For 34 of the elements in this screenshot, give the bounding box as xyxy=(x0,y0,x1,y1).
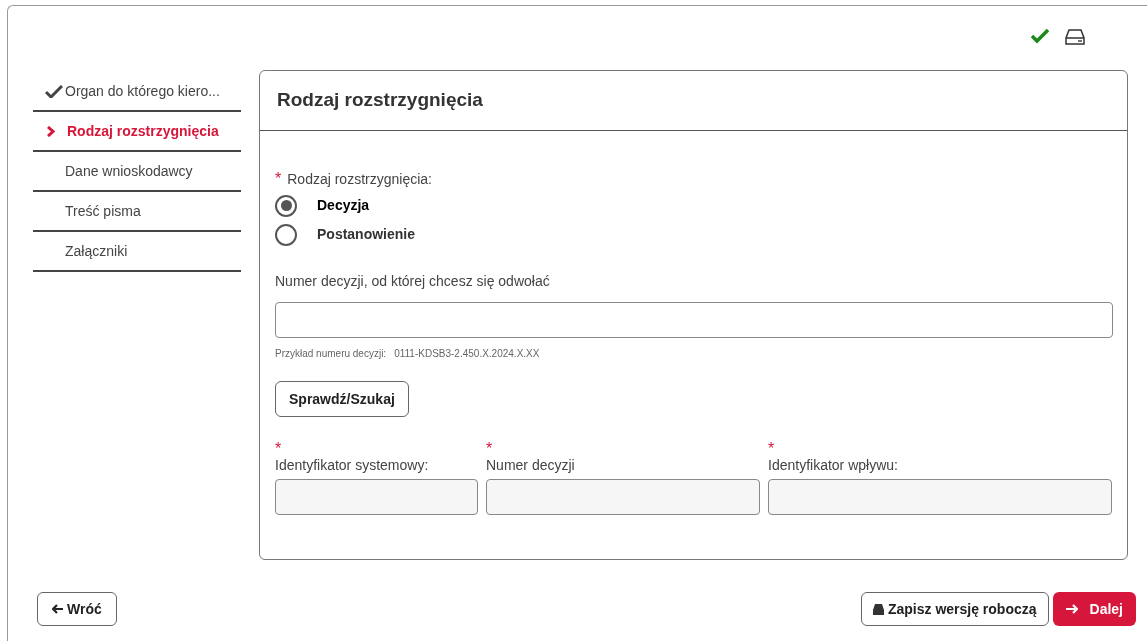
search-button[interactable]: Sprawdź/Szukaj xyxy=(275,381,409,417)
radio-label[interactable]: Postanowienie xyxy=(317,224,416,245)
arrow-right-icon xyxy=(1065,604,1078,614)
chevron-right-icon xyxy=(47,125,55,137)
step-link[interactable]: Dane wnioskodawcy xyxy=(65,160,193,182)
field-label: Rodzaj rozstrzygnięcia: xyxy=(287,169,432,189)
input-field[interactable] xyxy=(768,479,1112,515)
input-field[interactable] xyxy=(275,479,478,515)
required-asterisk: * xyxy=(275,439,282,455)
radio-button[interactable] xyxy=(275,223,297,246)
hard-drive-icon[interactable] xyxy=(1065,28,1085,46)
input-field[interactable] xyxy=(275,302,1113,338)
example-text: 0111-KDSB3-2.450.X.2024.X.XX xyxy=(394,347,540,361)
field-label: Numer decyzji xyxy=(486,456,576,475)
arrow-left-icon xyxy=(52,604,63,614)
required-asterisk: * xyxy=(768,439,775,455)
panel-title: Rodzaj rozstrzygnięcia xyxy=(277,88,483,113)
input-field[interactable] xyxy=(486,479,760,515)
step-link[interactable]: Organ do którego kiero... xyxy=(65,80,220,102)
field-label: Identyfikator systemowy: xyxy=(275,456,430,475)
required-asterisk: * xyxy=(275,169,282,189)
step-link[interactable]: Załączniki xyxy=(65,240,128,262)
save-draft-button[interactable]: Zapisz wersję roboczą xyxy=(860,592,1049,626)
field-label: Numer decyzji, od której chcesz się odwołać xyxy=(275,272,551,291)
radio-label[interactable]: Decyzja xyxy=(317,195,370,216)
back-button[interactable]: Wróć xyxy=(37,592,117,626)
hint-text: Przykład numeru decyzji: xyxy=(275,347,387,361)
step-link[interactable]: Treść pisma xyxy=(65,200,141,222)
hard-drive-icon xyxy=(872,603,884,615)
next-button[interactable]: Dalej xyxy=(1052,592,1136,626)
required-asterisk: * xyxy=(486,439,493,455)
step-link[interactable]: Rodzaj rozstrzygnięcia xyxy=(67,120,219,142)
radio-button[interactable] xyxy=(275,194,297,217)
field-label: Identyfikator wpływu: xyxy=(768,456,899,475)
